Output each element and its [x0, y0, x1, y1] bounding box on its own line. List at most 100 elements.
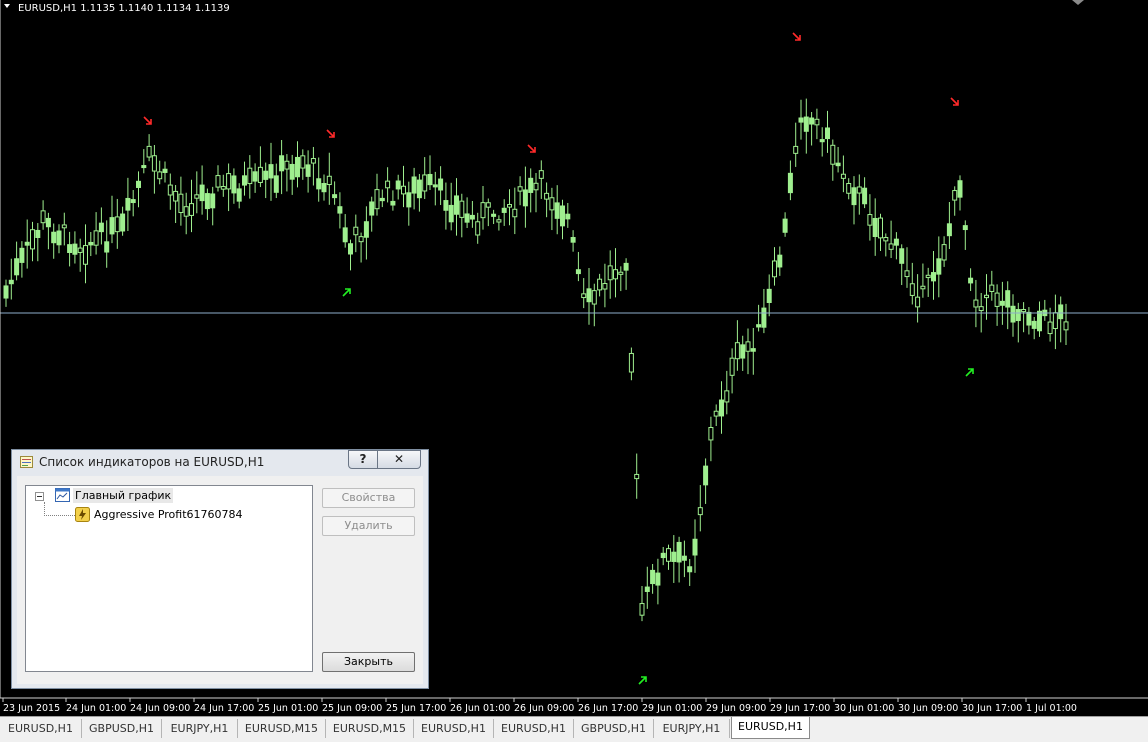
candle-body: [528, 177, 534, 193]
candle-body: [369, 201, 375, 216]
sell-arrow-icon[interactable]: [527, 144, 536, 153]
candle-body: [173, 190, 179, 202]
candle-body: [650, 569, 656, 585]
candle-body: [1058, 304, 1064, 320]
scroll-marker-icon[interactable]: [1072, 0, 1084, 5]
candle-body: [920, 285, 926, 290]
candle-body: [936, 258, 942, 275]
tree-node-main-chart[interactable]: Главный график: [73, 488, 174, 503]
candle-body: [358, 236, 364, 243]
candle-body: [45, 217, 51, 228]
candle-body: [1031, 320, 1037, 329]
chart-header: EURUSD,H1 1.1135 1.1140 1.1134 1.1139: [18, 3, 230, 14]
buy-arrow-icon[interactable]: [342, 288, 351, 297]
chart-tab[interactable]: EURUSD,H1: [414, 719, 494, 738]
candle-body: [226, 173, 232, 190]
candle-body: [491, 213, 497, 217]
candle-body: [872, 218, 878, 238]
candle-body: [475, 221, 481, 236]
chart-tab[interactable]: EURJPY,H1: [162, 719, 238, 738]
candle-body: [893, 238, 899, 246]
delete-button[interactable]: Удалить: [322, 516, 415, 536]
time-label: 26 Jun 01:00: [450, 703, 510, 714]
candle-body: [570, 237, 576, 243]
candle-body: [1015, 309, 1021, 322]
sell-arrow-icon[interactable]: [950, 97, 959, 106]
dialog-titlebar[interactable]: Список индикаторов на EURUSD,H1 ? ✕: [12, 450, 428, 474]
chart-tab-active[interactable]: EURUSD,H1: [731, 717, 810, 739]
time-label: 25 Jun 17:00: [386, 703, 446, 714]
indicators-dialog: Список индикаторов на EURUSD,H1 ? ✕ Глав…: [11, 449, 429, 689]
candle-body: [252, 171, 258, 182]
chart-tab[interactable]: EURUSD,M15: [326, 719, 414, 738]
candle-body: [989, 284, 995, 292]
candle-body: [750, 348, 756, 352]
candle-body: [268, 164, 274, 179]
candle-body: [946, 223, 952, 237]
candle-body: [19, 247, 25, 263]
candle-body: [35, 229, 41, 238]
candle-body: [729, 357, 735, 376]
candle-body: [586, 288, 592, 303]
time-label: 29 Jun 17:00: [770, 703, 830, 714]
candle-body: [565, 213, 571, 220]
candle-body: [538, 170, 544, 179]
chart-tab[interactable]: EURUSD,H1: [494, 719, 574, 738]
candle-body: [1052, 312, 1058, 330]
candle-body: [618, 271, 624, 275]
candle-body: [512, 208, 518, 218]
candle-body: [363, 221, 369, 238]
candle-body: [469, 214, 475, 220]
candle-body: [157, 171, 163, 180]
candle-body: [326, 175, 332, 186]
time-label: 26 Jun 17:00: [578, 703, 638, 714]
chart-tab[interactable]: EURUSD,M15: [238, 719, 326, 738]
candle-body: [719, 399, 724, 417]
collapse-icon[interactable]: [35, 492, 44, 501]
candle-body: [337, 206, 343, 214]
candle-body: [756, 324, 762, 328]
candle-body: [67, 244, 73, 253]
candle-body: [607, 265, 613, 281]
dialog-title: Список индикаторов на EURUSD,H1: [39, 455, 265, 469]
candle-body: [125, 197, 131, 211]
time-label: 30 Jun 17:00: [962, 703, 1022, 714]
candle-body: [782, 218, 788, 233]
candle-body: [1063, 321, 1069, 331]
candle-body: [289, 163, 295, 180]
candle-body: [851, 187, 857, 206]
candle-body: [915, 296, 921, 308]
time-label: 29 Jun 09:00: [706, 703, 766, 714]
sell-arrow-icon[interactable]: [326, 129, 335, 138]
properties-button[interactable]: Свойства: [322, 488, 415, 508]
chart-tab[interactable]: GBPUSD,H1: [82, 719, 162, 738]
candle-body: [835, 162, 841, 167]
candle-body: [141, 165, 147, 169]
time-label: 30 Jun 01:00: [834, 703, 894, 714]
sell-arrow-icon[interactable]: [143, 116, 152, 125]
help-button[interactable]: ?: [348, 450, 378, 469]
chart-tab[interactable]: EURJPY,H1: [654, 719, 730, 738]
close-button[interactable]: Закрыть: [322, 652, 415, 672]
candle-body: [634, 473, 640, 480]
candle-body: [130, 199, 136, 204]
tree-node-indicator[interactable]: Aggressive Profit61760784: [94, 507, 243, 522]
chart-tab[interactable]: EURUSD,H1: [0, 719, 82, 738]
time-label: 1 Jul 01:00: [1026, 703, 1077, 714]
candle-body: [342, 227, 348, 243]
indicator-tree[interactable]: Главный график Aggressive Profit61760784: [25, 485, 313, 672]
candle-body: [973, 299, 979, 308]
close-x-button[interactable]: ✕: [377, 450, 421, 469]
chart-tab[interactable]: GBPUSD,H1: [574, 719, 654, 738]
candle-body: [61, 224, 67, 229]
chart-menu-triangle-icon[interactable]: [4, 4, 10, 8]
candle-body: [40, 210, 46, 224]
sell-arrow-icon[interactable]: [792, 32, 801, 41]
candle-body: [681, 555, 687, 561]
candle-body: [210, 193, 216, 209]
candle-body: [305, 164, 311, 177]
buy-arrow-icon[interactable]: [638, 676, 647, 685]
buy-arrow-icon[interactable]: [965, 368, 974, 377]
candle-body: [316, 178, 322, 190]
candle-body: [220, 186, 226, 190]
